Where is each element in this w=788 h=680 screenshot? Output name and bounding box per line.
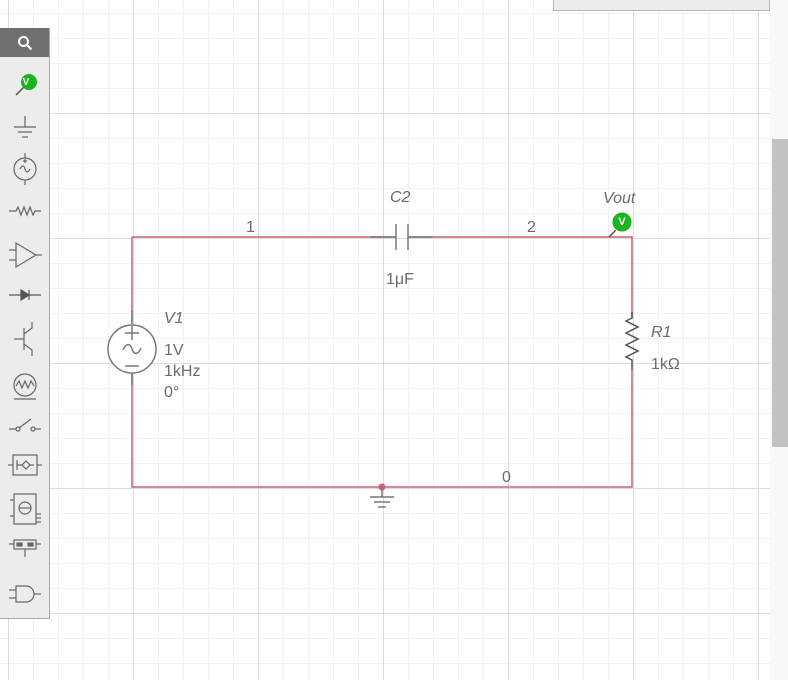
c2-value: 1μF (386, 271, 414, 288)
ic-chip-icon (9, 493, 41, 525)
palette-item-opamp[interactable] (0, 240, 49, 270)
palette-item-switch[interactable] (0, 416, 49, 434)
v1-frequency: 1kHz (164, 363, 201, 380)
v1-phase: 0° (164, 384, 180, 401)
palette-item-lamp[interactable] (0, 372, 49, 402)
v1-amplitude: 1V (164, 342, 184, 359)
palette-item-transistor[interactable] (0, 320, 49, 358)
ac-source-icon (12, 153, 37, 185)
node-0-label: 0 (502, 469, 511, 486)
ac-source-v1[interactable] (107, 310, 157, 385)
vout-label: Vout (603, 190, 636, 207)
wires (131, 236, 633, 488)
diode-icon (8, 288, 41, 302)
connector-icon (8, 539, 41, 557)
palette-search-button[interactable] (0, 28, 49, 57)
transistor-icon (13, 322, 33, 356)
switch-icon (8, 418, 41, 432)
relay-icon (7, 454, 42, 476)
opamp-icon (8, 241, 42, 269)
ground-icon (13, 116, 36, 138)
logic-gate-icon (8, 585, 41, 603)
palette-item-resistor[interactable] (0, 202, 49, 220)
r1-value: 1kΩ (651, 356, 680, 373)
palette-item-logic-gate[interactable] (0, 582, 49, 606)
wire-node-0[interactable] (131, 370, 633, 488)
search-icon (17, 35, 32, 50)
palette-item-ic-chip[interactable] (0, 490, 49, 528)
v1-label: V1 (164, 310, 184, 327)
voltage-probe-letter: V (22, 77, 30, 88)
palette-item-diode[interactable] (0, 287, 49, 303)
lamp-icon (12, 373, 37, 400)
palette-item-relay[interactable] (0, 452, 49, 478)
palette-item-ac-source[interactable] (0, 152, 49, 186)
wire-node-2[interactable] (408, 236, 633, 318)
palette-item-voltage-probe[interactable]: V (0, 70, 49, 100)
capacitor-c2[interactable] (370, 224, 433, 250)
node-2-label: 2 (527, 219, 536, 236)
palette-item-ground[interactable] (0, 112, 49, 142)
resistor-r1[interactable] (624, 312, 640, 370)
vout-probe-letter: V (618, 216, 626, 228)
palette-item-connector[interactable] (0, 536, 49, 558)
r1-label: R1 (651, 324, 672, 341)
component-palette: V (0, 28, 50, 619)
resistor-icon (8, 205, 41, 217)
c2-label: C2 (390, 189, 411, 206)
node-1-label: 1 (246, 219, 255, 236)
